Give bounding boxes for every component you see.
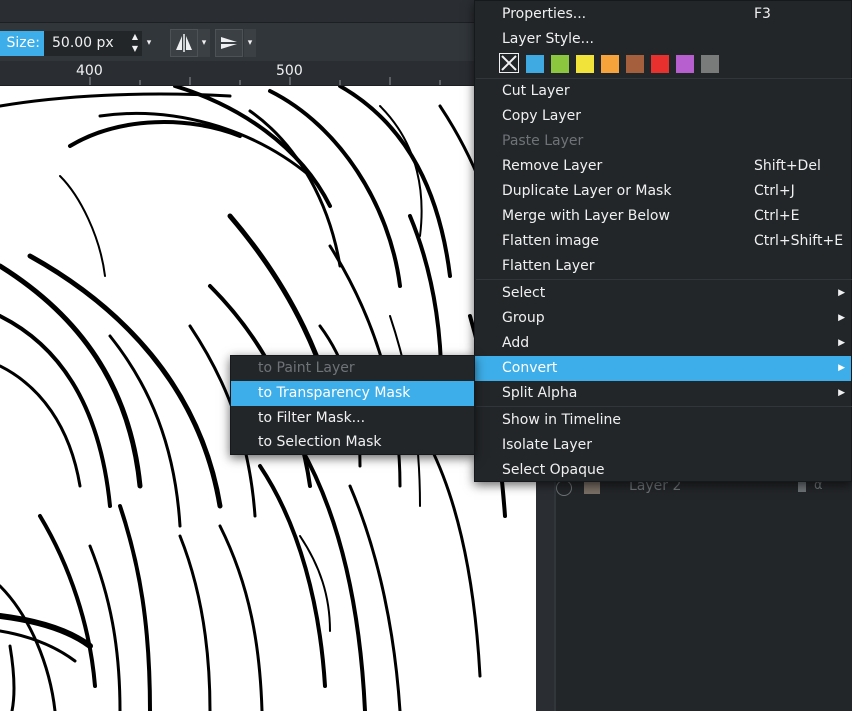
color-label-purple-swatch[interactable] — [676, 55, 694, 73]
mirror-horizontal-dropdown[interactable]: ▾ — [198, 29, 210, 57]
menu-item-label: Duplicate Layer or Mask — [502, 183, 672, 199]
menu-item-label: Copy Layer — [502, 108, 581, 124]
menu-item-label: Cut Layer — [502, 83, 570, 99]
menu-item-select-opaque[interactable]: Select Opaque — [475, 458, 851, 483]
layer-context-menu: Properties... F3 Layer Style... Cut Laye… — [474, 0, 852, 482]
menu-separator — [476, 406, 852, 407]
color-label-brown-swatch[interactable] — [626, 55, 644, 73]
spin-down-icon[interactable]: ▼ — [128, 43, 142, 55]
menu-item-label: Select Opaque — [502, 462, 605, 478]
menu-item-group[interactable]: Group ▶ — [475, 306, 851, 331]
ruler-mark-400: 400 — [76, 63, 103, 79]
layer-list: Layer 2 α — [556, 470, 852, 711]
submenu-item-label: to Selection Mask — [258, 434, 382, 450]
menu-item-label: Flatten image — [502, 233, 600, 249]
convert-submenu: to Paint Layer to Transparency Mask to F… — [230, 355, 475, 455]
menu-item-label: Paste Layer — [502, 133, 584, 149]
menu-item-flatten-image[interactable]: Flatten image Ctrl+Shift+E — [475, 229, 851, 254]
color-label-blue-swatch[interactable] — [526, 55, 544, 73]
submenu-item-label: to Paint Layer — [258, 360, 355, 376]
menu-item-label: Convert — [502, 360, 558, 376]
size-label: Size: — [0, 31, 44, 56]
menu-item-merge-down[interactable]: Merge with Layer Below Ctrl+E — [475, 204, 851, 229]
menu-item-show-in-timeline[interactable]: Show in Timeline — [475, 408, 851, 433]
menu-item-layer-style[interactable]: Layer Style... — [475, 27, 851, 52]
menu-item-label: Remove Layer — [502, 158, 603, 174]
menu-item-label: Properties... — [502, 6, 587, 22]
menu-item-paste-layer: Paste Layer — [475, 129, 851, 154]
submenu-arrow-icon: ▶ — [838, 363, 845, 373]
menu-item-select[interactable]: Select ▶ — [475, 281, 851, 306]
size-input[interactable]: 50.00 px — [44, 31, 128, 56]
menu-separator — [476, 279, 852, 280]
mirror-horizontal-icon — [176, 34, 192, 52]
color-label-red-swatch[interactable] — [651, 55, 669, 73]
ruler-mark-500: 500 — [276, 63, 303, 79]
menu-item-label: Flatten Layer — [502, 258, 595, 274]
submenu-item-label: to Transparency Mask — [258, 385, 411, 401]
menu-item-remove-layer[interactable]: Remove Layer Shift+Del — [475, 154, 851, 179]
menu-item-label: Isolate Layer — [502, 437, 593, 453]
menu-item-flatten-layer[interactable]: Flatten Layer — [475, 254, 851, 279]
menu-item-label: Show in Timeline — [502, 412, 621, 428]
menu-item-shortcut: Ctrl+E — [754, 208, 800, 224]
color-label-yellow-swatch[interactable] — [576, 55, 594, 73]
menu-item-label: Add — [502, 335, 530, 351]
menu-item-shortcut: Ctrl+Shift+E — [754, 233, 844, 249]
submenu-arrow-icon: ▶ — [838, 313, 845, 323]
mirror-horizontal-button[interactable] — [170, 29, 198, 57]
mirror-vertical-button[interactable] — [215, 29, 243, 57]
menu-item-shortcut: Ctrl+J — [754, 183, 795, 199]
menu-item-add[interactable]: Add ▶ — [475, 331, 851, 356]
menu-item-isolate-layer[interactable]: Isolate Layer — [475, 433, 851, 458]
submenu-arrow-icon: ▶ — [838, 288, 845, 298]
color-label-orange-swatch[interactable] — [601, 55, 619, 73]
submenu-item-label: to Filter Mask... — [258, 410, 366, 426]
menu-item-label: Merge with Layer Below — [502, 208, 670, 224]
menu-item-shortcut: F3 — [754, 6, 771, 22]
size-dropdown-arrow[interactable]: ▾ — [143, 31, 155, 56]
lock-icon[interactable] — [798, 482, 806, 492]
menu-item-label: Group — [502, 310, 545, 326]
horizontal-ruler: 400 500 — [0, 61, 536, 86]
mirror-vertical-icon — [221, 37, 237, 49]
menu-item-label: Select — [502, 285, 546, 301]
submenu-item-to-paint-layer: to Paint Layer — [231, 356, 474, 381]
menu-item-convert[interactable]: Convert ▶ — [475, 356, 851, 381]
submenu-item-to-selection-mask[interactable]: to Selection Mask — [231, 430, 474, 455]
submenu-item-to-filter-mask[interactable]: to Filter Mask... — [231, 406, 474, 431]
menu-item-label: Layer Style... — [502, 31, 594, 47]
mirror-vertical-dropdown[interactable]: ▾ — [244, 29, 256, 57]
submenu-item-to-transparency-mask[interactable]: to Transparency Mask — [231, 381, 474, 406]
menu-item-properties[interactable]: Properties... F3 — [475, 2, 851, 27]
color-label-gray-swatch[interactable] — [701, 55, 719, 73]
size-spinbox-arrows[interactable]: ▲ ▼ — [128, 31, 142, 56]
color-label-none-button[interactable] — [499, 53, 519, 73]
no-color-x-icon — [501, 55, 517, 71]
spin-up-icon[interactable]: ▲ — [128, 31, 142, 43]
menu-item-shortcut: Shift+Del — [754, 158, 821, 174]
menu-item-duplicate-layer[interactable]: Duplicate Layer or Mask Ctrl+J — [475, 179, 851, 204]
menu-item-split-alpha[interactable]: Split Alpha ▶ — [475, 381, 851, 406]
menu-item-label: Split Alpha — [502, 385, 578, 401]
menu-item-copy-layer[interactable]: Copy Layer — [475, 104, 851, 129]
submenu-arrow-icon: ▶ — [838, 388, 845, 398]
menu-item-cut-layer[interactable]: Cut Layer — [475, 79, 851, 104]
submenu-arrow-icon: ▶ — [838, 338, 845, 348]
docker-scrollbar[interactable] — [536, 480, 554, 711]
color-label-green-swatch[interactable] — [551, 55, 569, 73]
